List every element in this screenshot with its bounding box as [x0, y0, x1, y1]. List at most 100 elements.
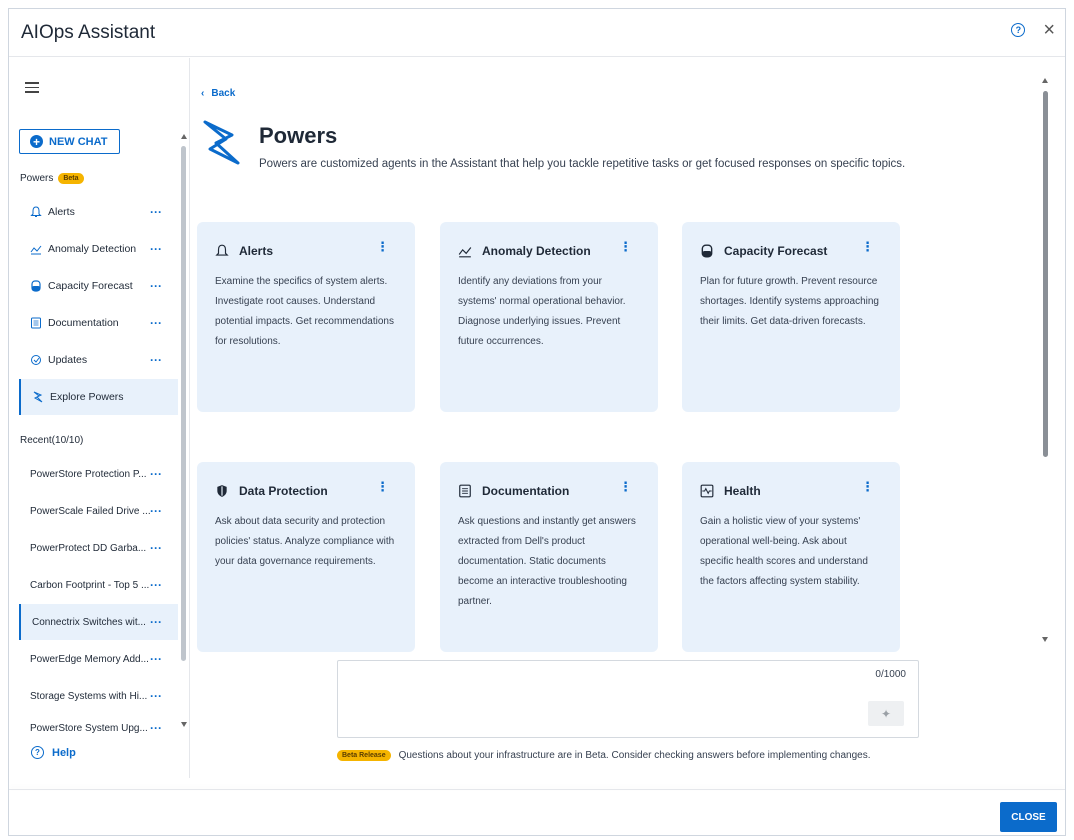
- scroll-down-arrow[interactable]: [181, 722, 187, 727]
- new-chat-label: NEW CHAT: [49, 135, 108, 148]
- card-menu-icon[interactable]: ⋮: [376, 480, 389, 493]
- more-options-icon[interactable]: ···: [150, 615, 162, 629]
- help-icon: ?: [31, 746, 44, 759]
- sidebar-item-label: Capacity Forecast: [48, 280, 133, 292]
- recent-chat-label: Storage Systems with Hi...: [30, 690, 148, 702]
- sidebar-item-label: Updates: [48, 354, 88, 366]
- lightning-icon: [32, 391, 44, 403]
- back-label: Back: [211, 88, 236, 99]
- power-card-alerts[interactable]: Alerts ⋮ Examine the specifics of system…: [197, 222, 415, 412]
- more-options-icon[interactable]: ···: [150, 467, 162, 481]
- send-button[interactable]: ✦: [868, 701, 904, 726]
- plus-icon: +: [30, 135, 43, 148]
- recent-chat-item[interactable]: PowerEdge Memory Add... ···: [19, 641, 178, 677]
- more-options-icon[interactable]: ···: [150, 541, 162, 555]
- card-menu-icon[interactable]: ⋮: [619, 480, 632, 493]
- recent-chat-label: PowerScale Failed Drive ...: [30, 505, 151, 517]
- scroll-up-arrow[interactable]: [1042, 78, 1048, 83]
- powers-label: Powers: [20, 173, 54, 184]
- heartbeat-icon: [700, 484, 714, 498]
- bell-icon: [30, 206, 42, 218]
- disclaimer-text: Questions about your infrastructure are …: [398, 750, 871, 761]
- more-options-icon[interactable]: ···: [150, 316, 162, 330]
- database-icon: [30, 280, 42, 292]
- sidebar-item-updates[interactable]: Updates ···: [19, 342, 178, 378]
- sidebar-item-explore-powers[interactable]: Explore Powers: [19, 379, 178, 415]
- close-icon[interactable]: ×: [1043, 20, 1055, 40]
- more-options-icon[interactable]: ···: [150, 689, 162, 703]
- sidebar: + NEW CHAT Powers Beta Alerts ··· Anomal…: [9, 58, 190, 778]
- card-title: Alerts: [239, 244, 274, 258]
- page-subtitle: Powers are customized agents in the Assi…: [259, 158, 906, 170]
- more-options-icon[interactable]: ···: [150, 242, 162, 256]
- sidebar-scrollbar[interactable]: [181, 146, 186, 661]
- recent-section-label: Recent(10/10): [20, 435, 83, 446]
- power-card-data-protection[interactable]: Data Protection ⋮ Ask about data securit…: [197, 462, 415, 652]
- card-menu-icon[interactable]: ⋮: [861, 240, 874, 253]
- title-bar: AIOps Assistant ? ×: [9, 9, 1065, 57]
- sidebar-item-label: Documentation: [48, 317, 119, 329]
- page-title: Powers: [259, 123, 338, 148]
- beta-badge: Beta: [58, 173, 84, 184]
- document-icon: [458, 484, 472, 498]
- recent-chat-item[interactable]: Carbon Footprint - Top 5 ... ···: [19, 567, 178, 603]
- more-options-icon[interactable]: ···: [150, 205, 162, 219]
- recent-chat-item[interactable]: PowerStore Protection P... ···: [19, 456, 178, 492]
- scroll-down-arrow[interactable]: [1042, 637, 1048, 642]
- character-counter: 0/1000: [875, 669, 906, 680]
- power-card-anomaly-detection[interactable]: Anomaly Detection ⋮ Identify any deviati…: [440, 222, 658, 412]
- close-button[interactable]: CLOSE: [1000, 802, 1057, 832]
- sidebar-item-documentation[interactable]: Documentation ···: [19, 305, 178, 341]
- recent-chat-label: PowerEdge Memory Add...: [30, 653, 149, 665]
- menu-icon[interactable]: [25, 82, 39, 96]
- power-card-capacity-forecast[interactable]: Capacity Forecast ⋮ Plan for future grow…: [682, 222, 900, 412]
- help-link[interactable]: ? Help: [31, 746, 76, 759]
- recent-chat-item[interactable]: Storage Systems with Hi... ···: [19, 678, 178, 714]
- main-scrollbar[interactable]: [1043, 91, 1048, 457]
- beta-disclaimer: Beta Release Questions about your infras…: [337, 750, 871, 761]
- card-menu-icon[interactable]: ⋮: [376, 240, 389, 253]
- card-title: Health: [724, 484, 761, 498]
- card-title: Documentation: [482, 484, 570, 498]
- chat-input[interactable]: 0/1000 ✦: [337, 660, 919, 738]
- sidebar-item-alerts[interactable]: Alerts ···: [19, 194, 178, 230]
- database-icon: [700, 244, 714, 258]
- app-title: AIOps Assistant: [21, 21, 156, 43]
- assistant-window: AIOps Assistant ? × + NEW CHAT Powers Be…: [8, 8, 1066, 836]
- recent-chat-item[interactable]: PowerScale Failed Drive ... ···: [19, 493, 178, 529]
- sidebar-item-label: Explore Powers: [50, 391, 124, 403]
- power-card-documentation[interactable]: Documentation ⋮ Ask questions and instan…: [440, 462, 658, 652]
- document-icon: [30, 317, 42, 329]
- recent-chat-label: PowerProtect DD Garba...: [30, 542, 147, 554]
- sparkle-icon: ✦: [880, 706, 892, 721]
- card-menu-icon[interactable]: ⋮: [861, 480, 874, 493]
- card-description: Ask about data security and protection p…: [215, 516, 395, 567]
- scroll-up-arrow[interactable]: [181, 134, 187, 139]
- recent-chat-item[interactable]: PowerProtect DD Garba... ···: [19, 530, 178, 566]
- back-link[interactable]: ‹ Back: [201, 88, 235, 99]
- card-description: Ask questions and instantly get answers …: [458, 516, 636, 607]
- help-icon[interactable]: ?: [1011, 23, 1026, 37]
- recent-chat-label: Connectrix Switches wit...: [32, 616, 146, 628]
- sidebar-item-label: Alerts: [48, 206, 75, 218]
- more-options-icon[interactable]: ···: [150, 721, 162, 735]
- sidebar-item-anomaly-detection[interactable]: Anomaly Detection ···: [19, 231, 178, 267]
- more-options-icon[interactable]: ···: [150, 652, 162, 666]
- card-description: Gain a holistic view of your systems' op…: [700, 516, 868, 587]
- recent-chat-label: PowerStore System Upg...: [30, 722, 148, 734]
- card-title: Data Protection: [239, 484, 328, 498]
- more-options-icon[interactable]: ···: [150, 353, 162, 367]
- new-chat-button[interactable]: + NEW CHAT: [19, 129, 120, 154]
- sidebar-item-capacity-forecast[interactable]: Capacity Forecast ···: [19, 268, 178, 304]
- more-options-icon[interactable]: ···: [150, 504, 162, 518]
- beta-release-badge: Beta Release: [337, 750, 391, 761]
- more-options-icon[interactable]: ···: [150, 279, 162, 293]
- card-description: Examine the specifics of system alerts. …: [215, 276, 394, 347]
- recent-chat-item[interactable]: Connectrix Switches wit... ···: [19, 604, 178, 640]
- card-menu-icon[interactable]: ⋮: [619, 240, 632, 253]
- more-options-icon[interactable]: ···: [150, 578, 162, 592]
- recent-label: Recent(10/10): [20, 435, 84, 446]
- power-card-health[interactable]: Health ⋮ Gain a holistic view of your sy…: [682, 462, 900, 652]
- recent-chat-item[interactable]: PowerStore System Upg... ···: [19, 710, 178, 746]
- shield-icon: [215, 484, 229, 498]
